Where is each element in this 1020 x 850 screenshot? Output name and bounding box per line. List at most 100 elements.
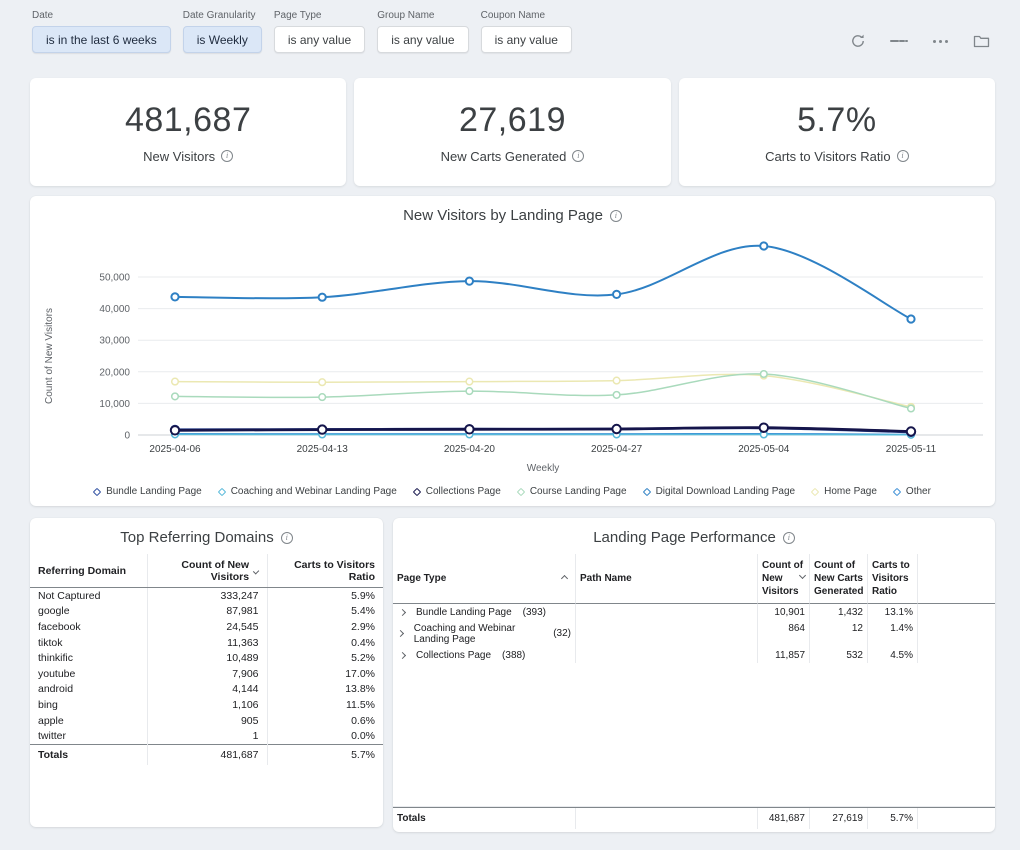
filters-icon[interactable] xyxy=(890,32,908,50)
table-row[interactable]: facebook24,5452.9% xyxy=(30,619,383,635)
more-options-icon[interactable] xyxy=(931,32,949,50)
legend-marker-icon xyxy=(893,487,901,495)
info-icon[interactable] xyxy=(221,150,233,162)
svg-text:40,000: 40,000 xyxy=(99,304,130,315)
filter-chip-date-granularity[interactable]: is Weekly xyxy=(183,26,262,53)
kpi-label: New Visitors xyxy=(143,149,215,164)
legend-item[interactable]: Coaching and Webinar Landing Page xyxy=(219,486,397,497)
filter-chip-date[interactable]: is in the last 6 weeks xyxy=(32,26,171,53)
referring-domains-table: Referring Domain Count of New Visitors C… xyxy=(30,554,383,765)
table-cell: 11.5% xyxy=(267,697,383,713)
svg-text:2025-04-13: 2025-04-13 xyxy=(297,444,349,455)
info-icon[interactable] xyxy=(281,532,293,544)
table-row[interactable]: bing1,10611.5% xyxy=(30,697,383,713)
path-name-cell xyxy=(575,647,757,663)
table-cell: bing xyxy=(30,697,147,713)
table-row[interactable]: Not Captured333,2475.9% xyxy=(30,588,383,604)
table-cell: 7,906 xyxy=(147,666,267,682)
table-cell: 5.9% xyxy=(267,588,383,604)
legend-item[interactable]: Course Landing Page xyxy=(518,486,627,497)
table-cell: 24,545 xyxy=(147,619,267,635)
page-type-cell[interactable]: Collections Page (388) xyxy=(393,647,575,663)
legend-item[interactable]: Home Page xyxy=(812,486,877,497)
refresh-icon[interactable] xyxy=(849,32,867,50)
column-header-carts-to-visitors-ratio[interactable]: Carts to Visitors Ratio xyxy=(267,554,383,588)
table-tile-landing-page-performance: Landing Page Performance Page Type Path … xyxy=(393,518,995,832)
legend-item[interactable]: Bundle Landing Page xyxy=(94,486,202,497)
page-type-cell[interactable]: Coaching and Webinar Landing Page (32) xyxy=(393,620,575,647)
column-header-path-name[interactable]: Path Name xyxy=(575,554,757,604)
kpi-value: 27,619 xyxy=(459,101,566,140)
kpi-row: 481,687 New Visitors 27,619 New Carts Ge… xyxy=(30,78,995,186)
svg-text:0: 0 xyxy=(124,431,130,442)
page-type-label: Collections Page xyxy=(416,650,491,661)
table-cell: 905 xyxy=(147,713,267,729)
svg-text:10,000: 10,000 xyxy=(99,399,130,410)
dashboard-toolbar xyxy=(849,32,990,50)
legend-item[interactable]: Collections Page xyxy=(414,486,501,497)
path-name-cell xyxy=(575,604,757,620)
legend-label: Other xyxy=(906,486,931,497)
legend-item[interactable]: Digital Download Landing Page xyxy=(644,486,796,497)
table-row[interactable]: apple9050.6% xyxy=(30,713,383,729)
svg-text:20,000: 20,000 xyxy=(99,367,130,378)
filter-label: Group Name xyxy=(377,10,468,21)
filter-chip-coupon-name[interactable]: is any value xyxy=(481,26,572,53)
table-cell: 481,687 xyxy=(147,744,267,765)
svg-text:2025-04-06: 2025-04-06 xyxy=(149,444,201,455)
table-cell: 5.2% xyxy=(267,650,383,666)
folder-icon[interactable] xyxy=(972,32,990,50)
filter-chip-page-type[interactable]: is any value xyxy=(274,26,365,53)
table-row[interactable]: android4,14413.8% xyxy=(30,682,383,698)
filter-page-type: Page Type is any value xyxy=(274,10,365,53)
legend-item[interactable]: Other xyxy=(894,486,931,497)
path-name-cell xyxy=(575,620,757,647)
table-cell: tiktok xyxy=(30,635,147,651)
table-cell: twitter xyxy=(30,728,147,744)
totals-visitors: 481,687 xyxy=(757,808,809,829)
expand-row-icon[interactable] xyxy=(397,610,407,615)
filter-chip-group-name[interactable]: is any value xyxy=(377,26,468,53)
page-type-cell[interactable]: Bundle Landing Page(393) xyxy=(393,604,575,620)
chart-legend: Bundle Landing Page Coaching and Webinar … xyxy=(30,486,995,497)
table-row[interactable]: youtube7,90617.0% xyxy=(30,666,383,682)
row-count: (32) xyxy=(553,628,571,639)
column-header-referring-domain[interactable]: Referring Domain xyxy=(30,554,147,588)
info-icon[interactable] xyxy=(610,210,622,222)
row-count: (393) xyxy=(523,607,546,618)
info-icon[interactable] xyxy=(572,150,584,162)
table-row[interactable]: tiktok11,3630.4% xyxy=(30,635,383,651)
line-chart[interactable]: 010,00020,00030,00040,00050,0002025-04-0… xyxy=(38,230,988,482)
kpi-value: 481,687 xyxy=(125,101,251,140)
table-cell: 0.0% xyxy=(267,728,383,744)
column-header-count-of-new-carts-generated[interactable]: Count of New Carts Generated xyxy=(809,554,867,604)
kpi-value: 5.7% xyxy=(797,101,877,140)
legend-marker-icon xyxy=(93,487,101,495)
landing-page-performance-table: Page Type Path Name Count of New Visitor… xyxy=(393,554,995,663)
svg-text:2025-05-04: 2025-05-04 xyxy=(738,444,790,455)
info-icon[interactable] xyxy=(897,150,909,162)
table-row[interactable]: google87,9815.4% xyxy=(30,604,383,620)
info-icon[interactable] xyxy=(783,532,795,544)
column-header-count-of-new-visitors[interactable]: Count of New Visitors xyxy=(147,554,267,588)
table-title: Top Referring Domains xyxy=(120,529,273,546)
totals-ratio: 5.7% xyxy=(867,808,917,829)
table-row[interactable]: twitter10.0% xyxy=(30,728,383,744)
column-header-carts-to-visitors-ratio[interactable]: Carts to Visitors Ratio xyxy=(867,554,917,604)
table-cell: google xyxy=(30,604,147,620)
sort-asc-icon xyxy=(561,574,568,581)
page-type-label: Coaching and Webinar Landing Page xyxy=(414,623,542,645)
kpi-carts-ratio: 5.7% Carts to Visitors Ratio xyxy=(679,78,995,186)
filter-group-name: Group Name is any value xyxy=(377,10,468,53)
filler-cell xyxy=(917,620,995,647)
expand-row-icon[interactable] xyxy=(397,631,405,636)
column-header-count-of-new-visitors[interactable]: Count of New Visitors xyxy=(757,554,809,604)
expand-row-icon[interactable] xyxy=(397,653,407,658)
ratio-cell: 13.1% xyxy=(867,604,917,620)
kpi-label: Carts to Visitors Ratio xyxy=(765,149,890,164)
svg-text:2025-04-20: 2025-04-20 xyxy=(444,444,496,455)
legend-marker-icon xyxy=(642,487,650,495)
column-header-page-type[interactable]: Page Type xyxy=(393,554,575,604)
row-count: (388) xyxy=(502,650,525,661)
table-row[interactable]: thinkific10,4895.2% xyxy=(30,650,383,666)
